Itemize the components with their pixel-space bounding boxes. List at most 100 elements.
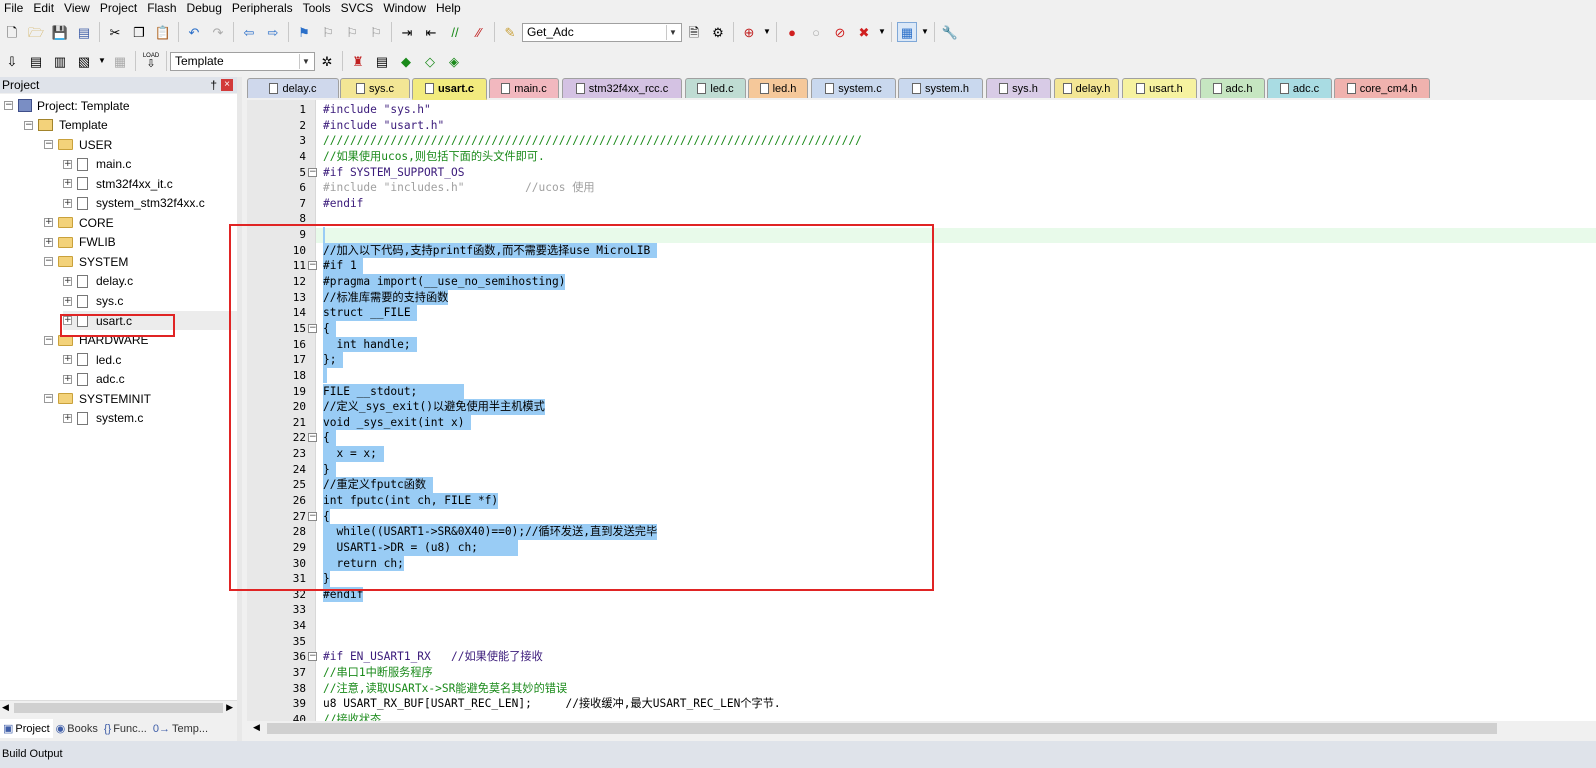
tab-adc-c[interactable]: adc.c [1267,78,1332,98]
tree-item-usart-c[interactable]: + usart.c [63,311,237,331]
nav-forward-icon[interactable]: ⇨ [263,22,283,42]
code-line[interactable]: }; [323,352,344,368]
build-icon[interactable]: ▤ [26,51,46,71]
tree-item-delay-c[interactable]: + delay.c [63,272,133,291]
code-line[interactable]: USART1->DR = (u8) ch; [323,539,519,556]
collapse-icon[interactable]: − [24,120,33,130]
menu-view[interactable]: View [60,0,96,17]
panel-tab-func[interactable]: {} Func... [101,719,150,738]
expand-icon[interactable]: + [63,179,72,189]
tree-item-led-c[interactable]: + led.c [63,350,121,369]
fold-icon[interactable]: − [308,511,317,521]
comment-icon[interactable]: // [445,22,465,42]
scroll-left-icon[interactable]: ◀ [2,702,9,713]
chevron-down-icon[interactable]: ▼ [666,24,679,40]
tab-usart-h[interactable]: usart.h [1122,78,1197,98]
compile-icon[interactable]: ⇩ [2,51,22,71]
code-line[interactable]: //注意,读取USARTx->SR能避免莫名其妙的错误 [323,681,567,697]
menu-svcs[interactable]: SVCS [337,0,380,17]
menu-file[interactable]: File [0,0,29,17]
fold-icon[interactable]: − [308,433,317,443]
chevron-down-icon[interactable]: ▼ [878,22,886,42]
menu-edit[interactable]: Edit [29,0,60,17]
window-layout-icon[interactable]: ▦ [897,22,917,42]
expand-icon[interactable]: + [63,413,72,423]
expand-icon[interactable]: + [44,218,53,228]
expand-icon[interactable]: + [63,276,72,286]
code-line[interactable]: { [323,430,337,447]
select-packs-icon[interactable]: ◇ [420,51,440,71]
tree-item-stm32f4xx-it-c[interactable]: + stm32f4xx_it.c [63,174,173,193]
code-line[interactable]: #endif [323,586,364,603]
incremental-find-icon[interactable]: ⚙ [708,22,728,42]
panel-tab-books[interactable]: ◉ Books [53,719,101,738]
kill-breakpoints-icon[interactable]: ⊘ [830,22,850,42]
code-line[interactable]: int fputc(int ch, FILE *f) [323,493,499,509]
menu-project[interactable]: Project [96,0,143,17]
code-line[interactable]: #if EN_USART1_RX //如果使能了接收 [323,649,543,665]
expand-icon[interactable]: + [63,198,72,208]
new-file-icon[interactable]: 🗋 [2,22,22,42]
tree-item-fwlib[interactable]: + FWLIB [44,233,116,252]
wrench-icon[interactable]: 🔧 [940,22,960,42]
tab-stm32f4xx-rcc-c[interactable]: stm32f4xx_rcc.c [562,78,682,98]
code-line[interactable]: //重定义fputc函数 [323,477,433,493]
collapse-icon[interactable]: − [44,335,53,345]
tree-item-template[interactable]: − Template [24,116,108,135]
code-line[interactable]: return ch; [323,555,404,572]
code-line[interactable]: } [323,571,330,587]
code-line[interactable]: #if 1 [323,258,364,274]
code-line[interactable]: #endif [323,196,363,212]
expand-icon[interactable]: + [63,374,72,384]
debug-session-icon[interactable]: ⊕ [739,22,759,42]
pack-installer-icon[interactable]: ◆ [396,51,416,71]
pin-icon[interactable]: † [210,78,217,92]
target-options-icon[interactable]: ✲ [317,51,337,71]
clear-bookmarks-icon[interactable]: ⚐ [366,22,386,42]
cut-icon[interactable]: ✂ [105,22,125,42]
code-line[interactable]: #pragma import(__use_no_semihosting) [323,274,566,290]
tree-item-hardware[interactable]: − HARDWARE [44,331,149,350]
collapse-icon[interactable]: − [44,140,53,150]
copy-icon[interactable]: ❐ [129,22,149,42]
paste-icon[interactable]: 📋 [153,22,173,42]
tab-led-c[interactable]: led.c [685,78,746,98]
fold-icon[interactable]: − [308,167,317,177]
menu-window[interactable]: Window [379,0,432,17]
bookmark-icon[interactable]: ⚑ [294,22,314,42]
tree-item-sys-c[interactable]: + sys.c [63,292,123,311]
code-line[interactable]: struct __FILE [323,305,418,321]
function-combo[interactable]: Get_Adc ▼ [522,22,682,42]
tree-scrollbar[interactable]: ◀ ▶ [0,700,237,714]
breakpoint-icon[interactable]: ● [782,22,802,42]
code-line[interactable]: { [323,508,330,525]
scroll-right-icon[interactable]: ▶ [226,702,233,713]
indent-icon[interactable]: ⇥ [397,22,417,42]
batch-build-icon[interactable]: ▧ [74,51,94,71]
tree-item-system-stm32f4xx-c[interactable]: + system_stm32f4xx.c [63,194,205,213]
fold-icon[interactable]: − [308,323,317,333]
target-combo[interactable]: Template ▼ [170,51,315,71]
find-in-files-icon[interactable]: ✎ [500,22,520,42]
expand-icon[interactable]: + [63,296,72,306]
code-line[interactable]: x = x; [323,446,384,462]
fold-icon[interactable]: − [308,652,317,662]
save-icon[interactable]: 💾 [50,22,70,42]
code-editor[interactable]: 1 2 3 4 5−6 7 8 9 10 11−12 13 14 15−16 17 18 19 20 21 22−2… [247,100,1596,721]
code-line[interactable]: #include "sys.h" [323,102,431,118]
collapse-icon[interactable]: − [44,394,53,404]
code-line[interactable] [323,367,327,384]
code-line[interactable]: { [323,320,337,337]
tab-main-c[interactable]: main.c [489,78,559,98]
code-line[interactable]: } [323,461,337,478]
tree-item-systeminit[interactable]: − SYSTEMINIT [44,389,151,408]
collapse-icon[interactable]: − [4,101,13,110]
menu-peripherals[interactable]: Peripherals [228,0,299,17]
tab-delay-h[interactable]: delay.h [1054,78,1119,98]
scroll-left-icon[interactable]: ◀ [253,722,260,733]
breakpoint-settings-icon[interactable]: ✖ [854,22,874,42]
save-all-icon[interactable]: ▤ [74,22,94,42]
menu-help[interactable]: Help [432,0,467,17]
tab-sys-h[interactable]: sys.h [986,78,1051,98]
tab-usart-c[interactable]: usart.c [412,78,487,100]
